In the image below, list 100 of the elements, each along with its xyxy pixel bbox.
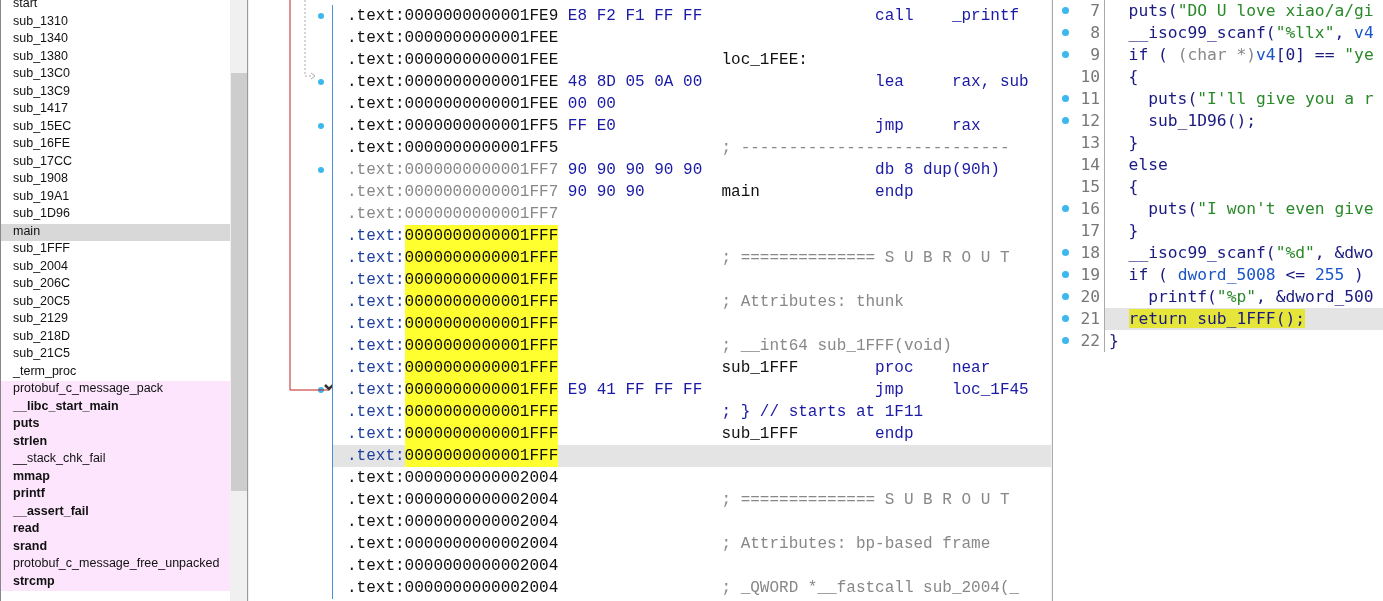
function-item[interactable]: sub_1FFF (1, 241, 230, 259)
segment-name: .text: (347, 358, 405, 379)
function-item[interactable]: sub_1908 (1, 171, 230, 189)
code-line: { (1127, 66, 1140, 88)
function-item[interactable]: sub_21C5 (1, 346, 230, 364)
address: 0000000000001FF5 (404, 116, 559, 137)
function-item[interactable]: sub_17CC (1, 153, 230, 171)
comment: ; ============== S U B R O U T (721, 490, 1010, 511)
line-number: 15 (1080, 177, 1100, 196)
function-item[interactable]: sub_20C5 (1, 293, 230, 311)
scrollbar[interactable] (230, 0, 247, 601)
address: 0000000000002004 (404, 468, 559, 489)
opcode-bytes: E9 41 FF FF FF (567, 381, 703, 399)
code-line: } (1127, 132, 1140, 154)
opcode-bytes: 90 90 90 (567, 183, 645, 201)
function-item[interactable]: sub_1340 (1, 31, 230, 49)
function-item[interactable]: sub_16FE (1, 136, 230, 154)
address: 0000000000001FFF (404, 247, 559, 269)
function-item[interactable]: sub_15EC (1, 118, 230, 136)
label: main (721, 183, 760, 201)
segment-name: .text: (347, 160, 405, 181)
segment-name: .text: (347, 204, 405, 225)
function-item[interactable]: sub_1310 (1, 13, 230, 31)
code-line: if ( dword_5008 <= 255 ) (1127, 264, 1365, 286)
code-line: if ( (char *)v4[0] == "ye (1127, 44, 1375, 66)
function-item[interactable]: sub_1D96 (1, 206, 230, 224)
comment: ; __int64 sub_1FFF(void) (721, 336, 952, 357)
label: sub_1FFF (721, 359, 799, 377)
segment-name: .text: (347, 116, 405, 137)
address: 0000000000002004 (404, 512, 559, 533)
address: 0000000000001FE9 (404, 6, 559, 27)
mnemonic: jmp (875, 117, 904, 135)
function-item[interactable]: protobuf_c_message_free_unpacked (1, 556, 230, 574)
function-item[interactable]: _term_proc (1, 363, 230, 381)
operands: loc_1F45 (951, 380, 1029, 401)
segment-name: .text: (347, 512, 405, 533)
code-line: puts("DO U love xiao/a/gi (1127, 0, 1375, 22)
function-item[interactable]: sub_13C0 (1, 66, 230, 84)
opcode-bytes: E8 F2 F1 FF FF (567, 7, 703, 25)
code-line: { (1127, 176, 1140, 198)
address: 0000000000001FEE (404, 72, 559, 93)
mnemonic: endp (875, 183, 914, 201)
segment-name: .text: (347, 72, 405, 93)
comment: ; Attributes: bp-based frame (721, 534, 991, 555)
code-line: __isoc99_scanf("%d", &dwo (1127, 242, 1375, 264)
segment-name: .text: (347, 336, 405, 357)
line-number: 17 (1080, 221, 1100, 240)
code-line: else (1127, 154, 1169, 176)
opcode-bytes: 48 8D 05 0A 00 (567, 73, 703, 91)
segment-name: .text: (347, 578, 405, 599)
address: 0000000000001FFF (404, 335, 559, 357)
function-item[interactable]: protobuf_c_message_pack (1, 381, 230, 399)
function-item[interactable]: puts (1, 416, 230, 434)
function-item[interactable]: main (1, 223, 230, 241)
function-item[interactable]: sub_1380 (1, 48, 230, 66)
code-line: printf("%p", &dword_500 (1147, 286, 1375, 308)
segment-name: .text: (347, 94, 405, 115)
address: 0000000000001FFF (404, 445, 559, 467)
line-number: 9 (1090, 45, 1100, 64)
address: 0000000000001FF7 (404, 160, 559, 181)
line-number: 8 (1090, 23, 1100, 42)
segment-name: .text: (347, 182, 405, 203)
opcode-bytes: 90 90 90 90 90 (567, 161, 703, 179)
comment: ; _QWORD *__fastcall sub_2004(_ (721, 578, 1020, 599)
mnemonic: db 8 dup(90h) (875, 161, 1000, 179)
opcode-bytes: FF E0 (567, 117, 616, 135)
operands: near (951, 358, 991, 379)
function-item[interactable]: sub_13C9 (1, 83, 230, 101)
line-number: 19 (1080, 265, 1100, 284)
function-item[interactable]: sub_2004 (1, 258, 230, 276)
code-line: puts("I won't even give (1147, 198, 1375, 220)
function-item[interactable]: sub_1417 (1, 101, 230, 119)
segment-name: .text: (347, 248, 405, 269)
operands: rax (951, 116, 981, 137)
function-item[interactable]: sub_19A1 (1, 188, 230, 206)
line-number: 13 (1080, 133, 1100, 152)
function-item[interactable]: sub_2129 (1, 311, 230, 329)
scrollbar-thumb[interactable] (231, 73, 247, 491)
function-item[interactable]: __stack_chk_fail (1, 451, 230, 469)
address: 0000000000001FFF (404, 269, 559, 291)
line-number: 7 (1090, 1, 1100, 20)
function-item[interactable]: read (1, 521, 230, 539)
segment-name: .text: (347, 446, 405, 467)
segment-name: .text: (347, 402, 405, 423)
line-number: 11 (1080, 89, 1100, 108)
address: 0000000000002004 (404, 578, 559, 599)
address: 0000000000001FF7 (404, 182, 559, 203)
opcode-bytes: 00 00 (567, 95, 616, 113)
operands: rax, sub (951, 72, 1029, 93)
line-number: 20 (1080, 287, 1100, 306)
function-item[interactable]: sub_206C (1, 276, 230, 294)
address: 0000000000001FEE (404, 28, 559, 49)
label: sub_1FFF (721, 425, 799, 443)
function-item[interactable]: printf (1, 486, 230, 504)
code-line: puts("I'll give you a r (1147, 88, 1375, 110)
segment-name: .text: (347, 28, 405, 49)
address: 0000000000001FFF (404, 401, 559, 423)
line-number: 22 (1080, 331, 1100, 350)
line-number: 16 (1080, 199, 1100, 218)
function-item[interactable]: sub_218D (1, 328, 230, 346)
